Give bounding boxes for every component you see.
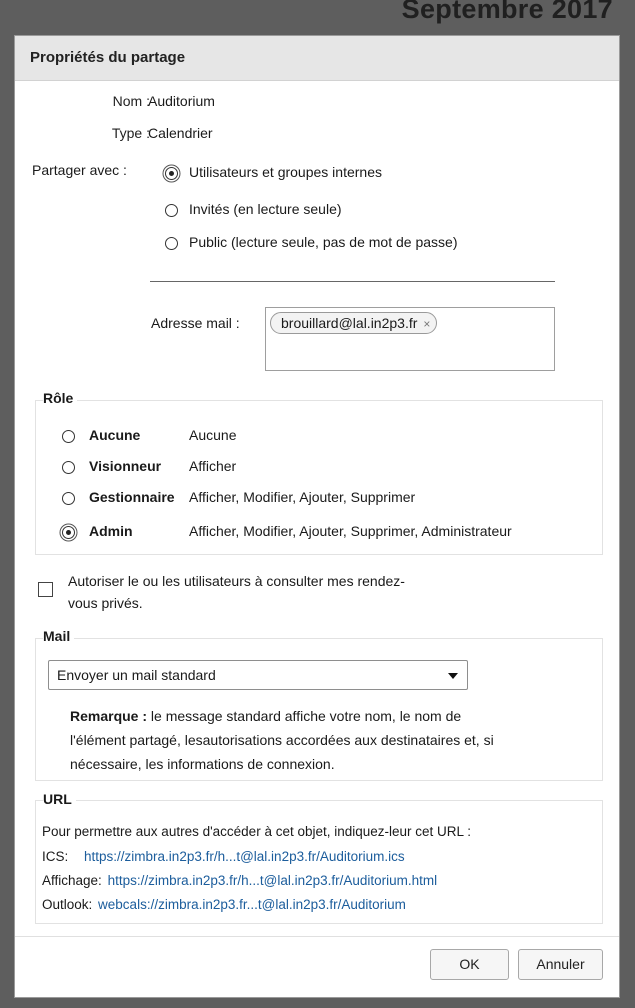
cancel-button[interactable]: Annuler: [518, 949, 603, 980]
email-recipient-bubble[interactable]: brouillard@lal.in2p3.fr ×: [270, 312, 438, 334]
radio-internal[interactable]: [165, 167, 178, 180]
share-with-label: Partager avec :: [32, 162, 127, 178]
footer-divider: [15, 936, 619, 937]
section-divider: [150, 281, 555, 282]
radio-role-aucune[interactable]: [62, 430, 75, 443]
role-visionneur-name: Visionneur: [89, 458, 162, 474]
email-address-field[interactable]: brouillard@lal.in2p3.fr ×: [265, 307, 555, 371]
url-html-link[interactable]: https://zimbra.in2p3.fr/h...t@lal.in2p3.…: [108, 873, 438, 888]
mail-note-label: Remarque :: [70, 708, 148, 724]
type-value: Calendrier: [148, 125, 213, 141]
url-outlook-row: Outlook: webcals://zimbra.in2p3.fr...t@l…: [42, 897, 406, 912]
role-aucune-desc: Aucune: [189, 427, 237, 443]
url-legend: URL: [43, 791, 76, 807]
mail-legend: Mail: [43, 628, 75, 644]
mail-type-select-value: Envoyer un mail standard: [57, 667, 216, 683]
url-html-row: Affichage: https://zimbra.in2p3.fr/h...t…: [42, 873, 437, 888]
radio-guests[interactable]: [165, 204, 178, 217]
share-properties-dialog: Propriétés du partage Nom : Auditorium T…: [14, 35, 620, 998]
radio-role-gestionnaire[interactable]: [62, 492, 75, 505]
url-html-label: Affichage:: [42, 873, 102, 888]
role-legend: Rôle: [43, 390, 78, 406]
mail-type-select[interactable]: Envoyer un mail standard: [48, 660, 468, 690]
radio-role-admin[interactable]: [62, 526, 75, 539]
email-label: Adresse mail :: [151, 315, 240, 331]
background-calendar-title: Septembre 2017: [401, 0, 613, 24]
url-ics-label: ICS:: [42, 849, 69, 864]
url-ics-link[interactable]: https://zimbra.in2p3.fr/h...t@lal.in2p3.…: [84, 849, 405, 864]
radio-public[interactable]: [165, 237, 178, 250]
share-option-internal-label: Utilisateurs et groupes internes: [189, 164, 382, 180]
type-label: Type :: [111, 125, 150, 141]
dialog-title: Propriétés du partage: [15, 36, 619, 81]
name-label: Nom :: [112, 93, 150, 109]
url-ics-row: ICS: https://zimbra.in2p3.fr/h...t@lal.i…: [42, 849, 405, 864]
url-outlook-link[interactable]: webcals://zimbra.in2p3.fr...t@lal.in2p3.…: [98, 897, 406, 912]
private-appointments-checkbox[interactable]: [38, 582, 53, 597]
mail-note-line1: le message standard affiche votre nom, l…: [147, 708, 462, 724]
url-intro: Pour permettre aux autres d'accéder à ce…: [42, 824, 472, 839]
role-aucune-name: Aucune: [89, 427, 141, 443]
remove-recipient-icon[interactable]: ×: [423, 317, 430, 331]
role-gestionnaire-desc: Afficher, Modifier, Ajouter, Supprimer: [189, 489, 416, 505]
email-recipient-text: brouillard@lal.in2p3.fr: [281, 315, 418, 331]
private-appointments-line1: Autoriser le ou les utilisateurs à consu…: [68, 573, 405, 589]
mail-note: Remarque : le message standard affiche v…: [70, 704, 600, 776]
name-value: Auditorium: [148, 93, 215, 109]
chevron-down-icon: [448, 673, 458, 679]
share-option-guests-label: Invités (en lecture seule): [189, 201, 342, 217]
ok-button[interactable]: OK: [430, 949, 509, 980]
role-admin-name: Admin: [89, 523, 133, 539]
url-outlook-label: Outlook:: [42, 897, 93, 912]
role-gestionnaire-name: Gestionnaire: [89, 489, 175, 505]
radio-role-visionneur[interactable]: [62, 461, 75, 474]
role-visionneur-desc: Afficher: [189, 458, 237, 474]
share-option-public-label: Public (lecture seule, pas de mot de pas…: [189, 234, 458, 250]
mail-note-line2: l'élément partagé, lesautorisations acco…: [70, 732, 494, 748]
mail-note-line3: nécessaire, les informations de connexio…: [70, 756, 335, 772]
role-admin-desc: Afficher, Modifier, Ajouter, Supprimer, …: [189, 523, 512, 539]
private-appointments-line2: vous privés.: [68, 595, 143, 611]
